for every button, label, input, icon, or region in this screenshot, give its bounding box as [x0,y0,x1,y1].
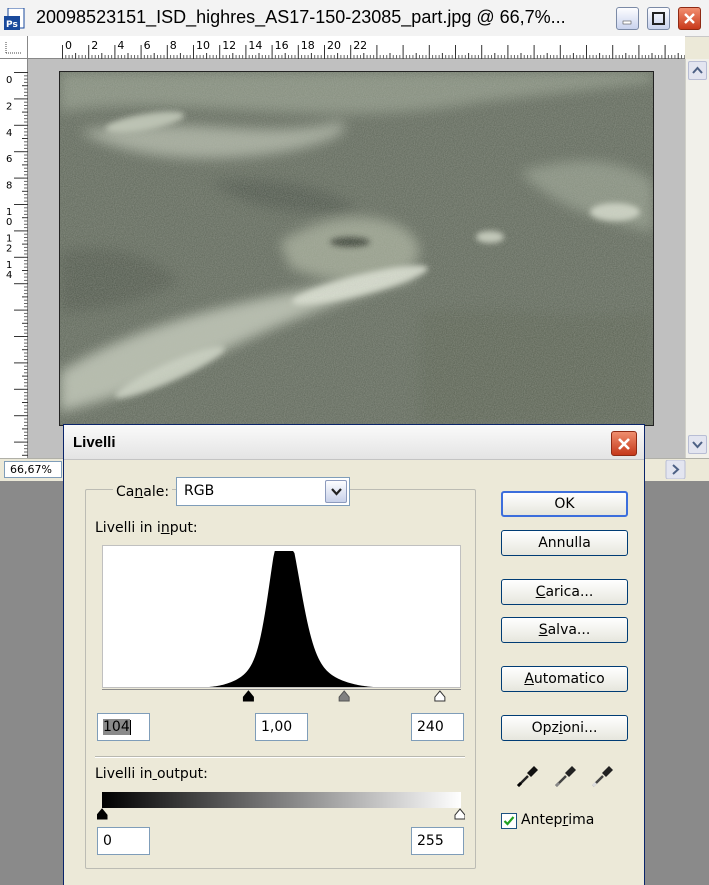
preview-label: Anteprima [521,812,595,828]
save-button[interactable]: Salva... [501,617,628,643]
input-white-field[interactable]: 240 [411,713,464,741]
output-slider[interactable] [97,807,465,821]
dialog-title-bar[interactable]: Livelli [64,425,644,460]
svg-text:2: 2 [6,101,12,112]
output-white-field[interactable]: 255 [411,827,464,855]
cancel-button[interactable]: Annulla [501,530,628,556]
ruler-label: 8 [170,39,177,52]
input-white-handle[interactable] [434,690,446,702]
input-gamma-field[interactable]: 1,00 [255,713,308,741]
input-black-field[interactable]: 104 [97,713,150,741]
ruler-label: 12 [6,233,12,254]
black-eyedropper-icon[interactable] [515,763,541,789]
output-gradient-bar [102,792,461,808]
vertical-scrollbar[interactable] [685,59,709,458]
levels-dialog: Livelli Canale: RGB Livelli in input: 10… [63,424,645,885]
ruler-label: 12 [222,39,236,52]
ruler-label: 20 [327,39,341,52]
input-levels-label: Livelli in input: [95,520,198,536]
input-black-value: 104 [103,719,130,735]
scroll-down-button[interactable] [688,435,707,454]
document-title-bar[interactable]: Ps 20098523151_ISD_highres_AS17-150-2308… [0,0,709,37]
svg-text:4: 4 [6,270,12,281]
document-window: Ps 20098523151_ISD_highres_AS17-150-2308… [0,0,709,481]
histogram [102,545,461,688]
horizontal-ruler[interactable]: 0 2 4 6 8 10 12 14 16 18 20 22 [28,36,685,59]
ruler-label: 0 [65,39,72,52]
chevron-up-icon [692,66,703,74]
close-button[interactable] [678,7,701,30]
input-black-handle[interactable] [242,690,254,702]
options-button[interactable]: Opzioni... [501,715,628,741]
preview-checkbox[interactable] [501,813,517,829]
output-levels-label: Livelli in output: [95,766,208,782]
minimize-button[interactable] [616,7,639,30]
ruler-label: 6 [6,154,12,165]
maximize-button[interactable] [647,7,670,30]
maximize-icon [652,12,665,25]
ruler-label: 10 [6,207,12,228]
close-icon [684,13,695,24]
svg-text:4: 4 [6,128,12,139]
lunar-surface-image[interactable] [59,71,654,426]
ruler-label: 0 [6,75,12,86]
ruler-origin[interactable] [0,36,28,59]
output-black-handle[interactable] [97,808,108,820]
ruler-label: 10 [196,39,210,52]
ruler-label: 4 [6,128,12,139]
svg-text:0: 0 [6,75,12,86]
gray-eyedropper-icon[interactable] [553,763,579,789]
output-black-field[interactable]: 0 [97,827,150,855]
dialog-title: Livelli [73,434,116,451]
white-eyedropper-icon[interactable] [590,763,616,789]
photoshop-icon: Ps [4,8,25,30]
separator [95,756,465,758]
ruler-label: 2 [91,39,98,52]
canvas-area[interactable] [28,59,685,458]
auto-button[interactable]: Automatico [501,666,628,692]
chevron-down-icon [331,488,342,496]
ruler-label: 16 [275,39,289,52]
input-slider[interactable] [102,687,461,703]
ruler-label: 22 [353,39,367,52]
histogram-area [209,551,374,687]
ruler-label: 14 [6,260,12,281]
vertical-ruler[interactable]: 0 2 4 6 8 10 12 14 [0,59,28,458]
zoom-field[interactable]: 66,67% [4,461,62,478]
ruler-label: 6 [144,39,151,52]
checkmark-icon [503,816,515,826]
svg-text:8: 8 [6,181,12,192]
horizontal-scrollbar[interactable] [640,460,688,479]
load-button[interactable]: Carica... [501,579,628,605]
chevron-down-icon [692,441,703,449]
channel-select[interactable]: RGB [176,477,350,506]
document-title: 20098523151_ISD_highres_AS17-150-23085_p… [36,7,566,27]
ok-button[interactable]: OK [501,491,628,517]
input-gamma-handle[interactable] [338,690,350,702]
output-white-handle[interactable] [454,808,465,820]
ruler-label: 2 [6,101,12,112]
channel-label: Canale: [113,484,173,500]
svg-text:6: 6 [6,154,12,165]
ruler-label: 14 [248,39,262,52]
ruler-label: 8 [6,181,12,192]
ruler-label: 18 [301,39,315,52]
svg-text:2: 2 [6,243,12,254]
close-icon [618,438,630,450]
svg-text:Ps: Ps [6,20,18,30]
channel-dropdown-button[interactable] [325,480,347,503]
dialog-close-button[interactable] [611,431,637,456]
ruler-label: 4 [117,39,124,52]
svg-text:0: 0 [6,217,12,228]
scroll-up-button[interactable] [688,61,707,80]
channel-value: RGB [184,483,215,499]
minimize-icon [622,20,632,25]
